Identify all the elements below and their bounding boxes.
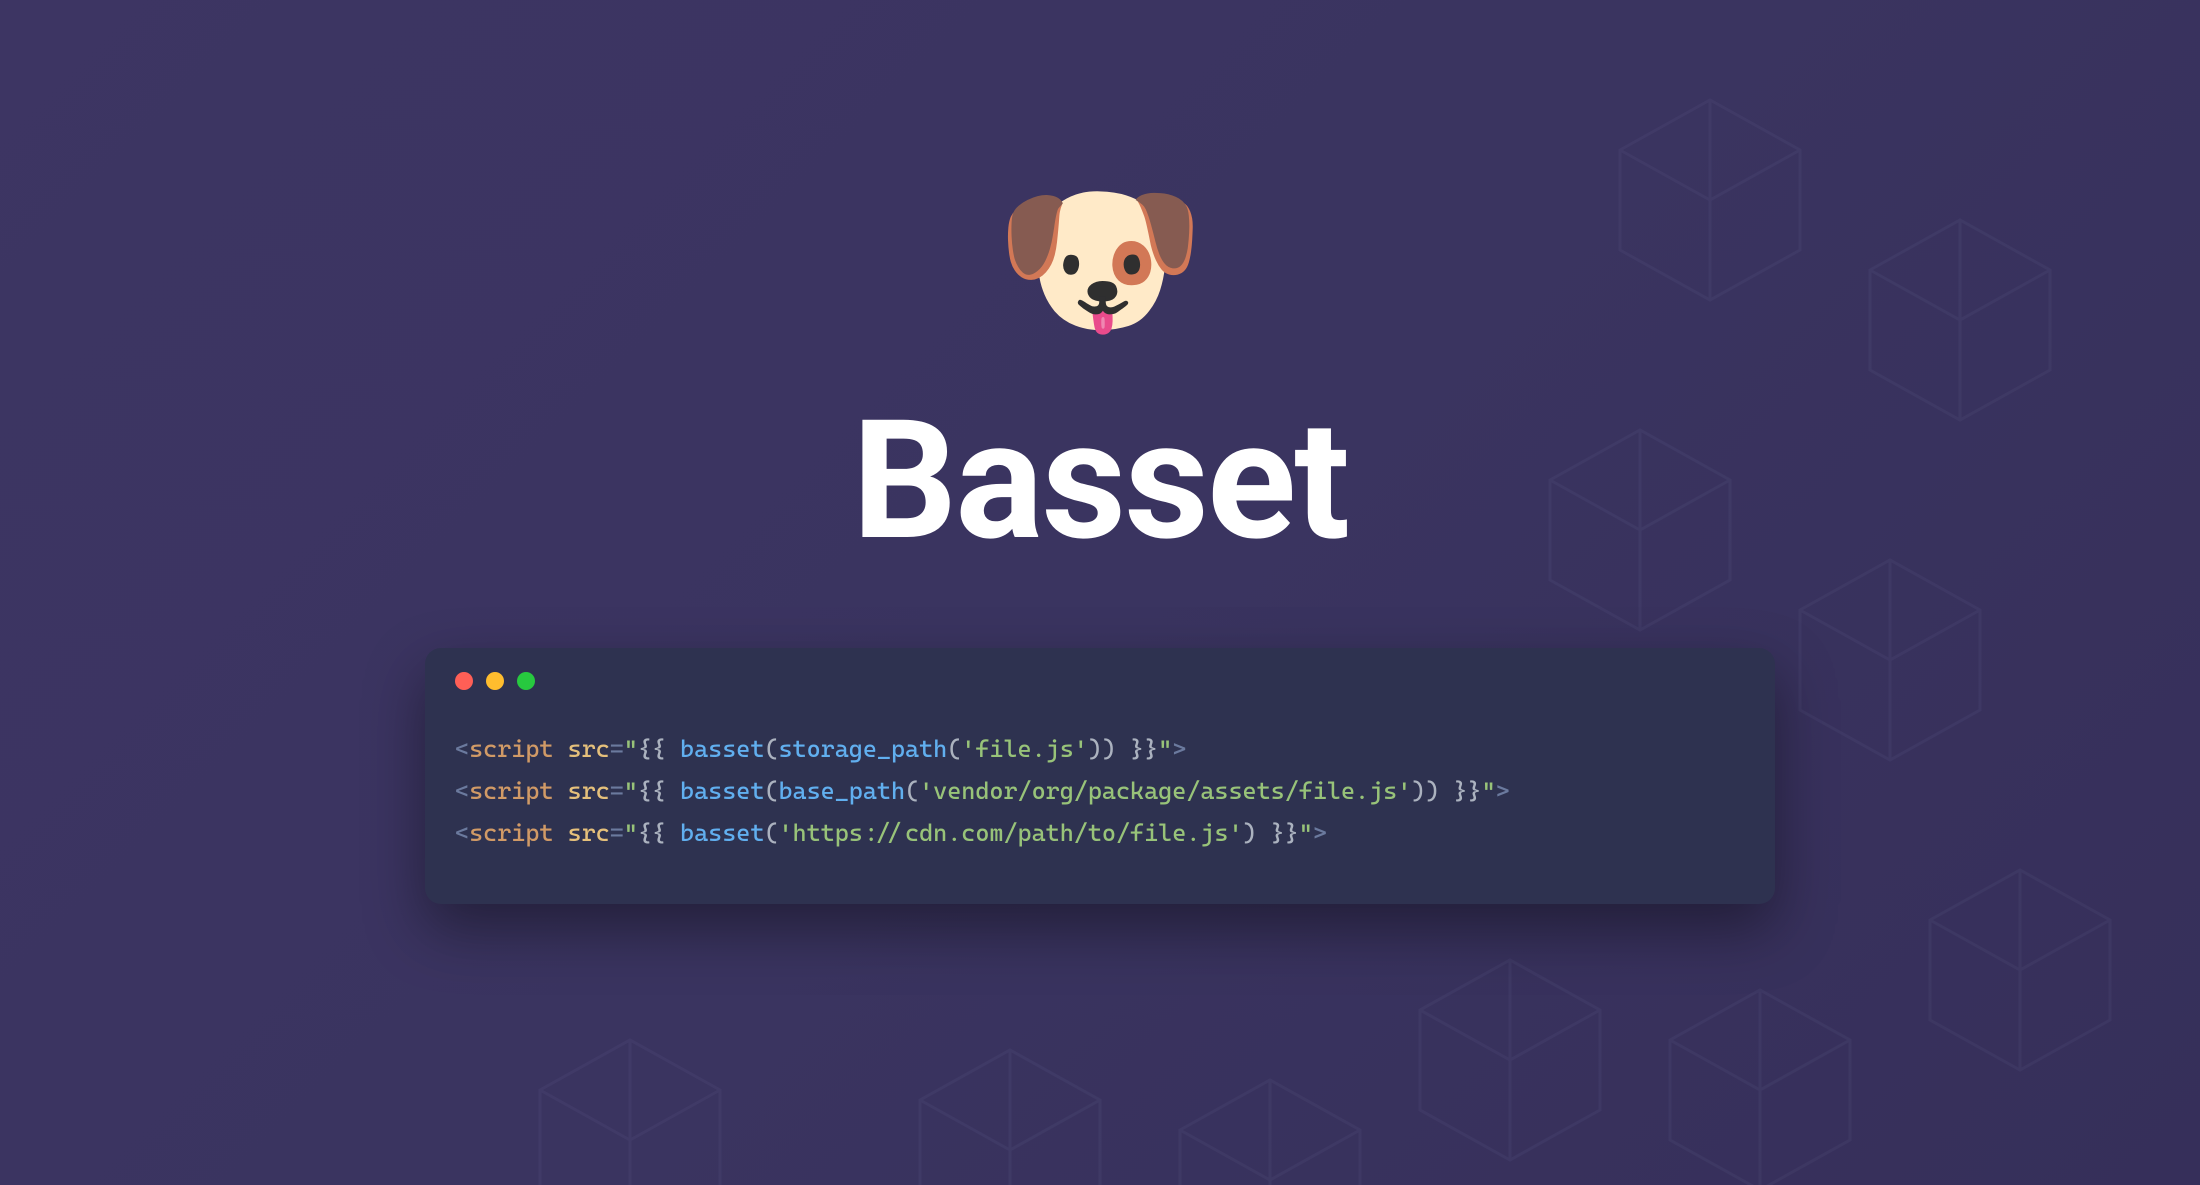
hero-section: 🐶 Basset <script src="{{ basset(storage_… bbox=[0, 0, 2200, 904]
code-line: <script src="{{ basset(storage_path('fil… bbox=[455, 728, 1745, 770]
code-line: <script src="{{ basset(base_path('vendor… bbox=[455, 770, 1745, 812]
close-icon bbox=[455, 672, 473, 690]
code-body: <script src="{{ basset(storage_path('fil… bbox=[425, 708, 1775, 904]
maximize-icon bbox=[517, 672, 535, 690]
dog-emoji-logo: 🐶 bbox=[994, 175, 1206, 345]
page-title: Basset bbox=[852, 385, 1348, 578]
minimize-icon bbox=[486, 672, 504, 690]
window-controls bbox=[425, 648, 1775, 708]
code-window: <script src="{{ basset(storage_path('fil… bbox=[425, 648, 1775, 904]
code-line: <script src="{{ basset('https://cdn.com/… bbox=[455, 812, 1745, 854]
